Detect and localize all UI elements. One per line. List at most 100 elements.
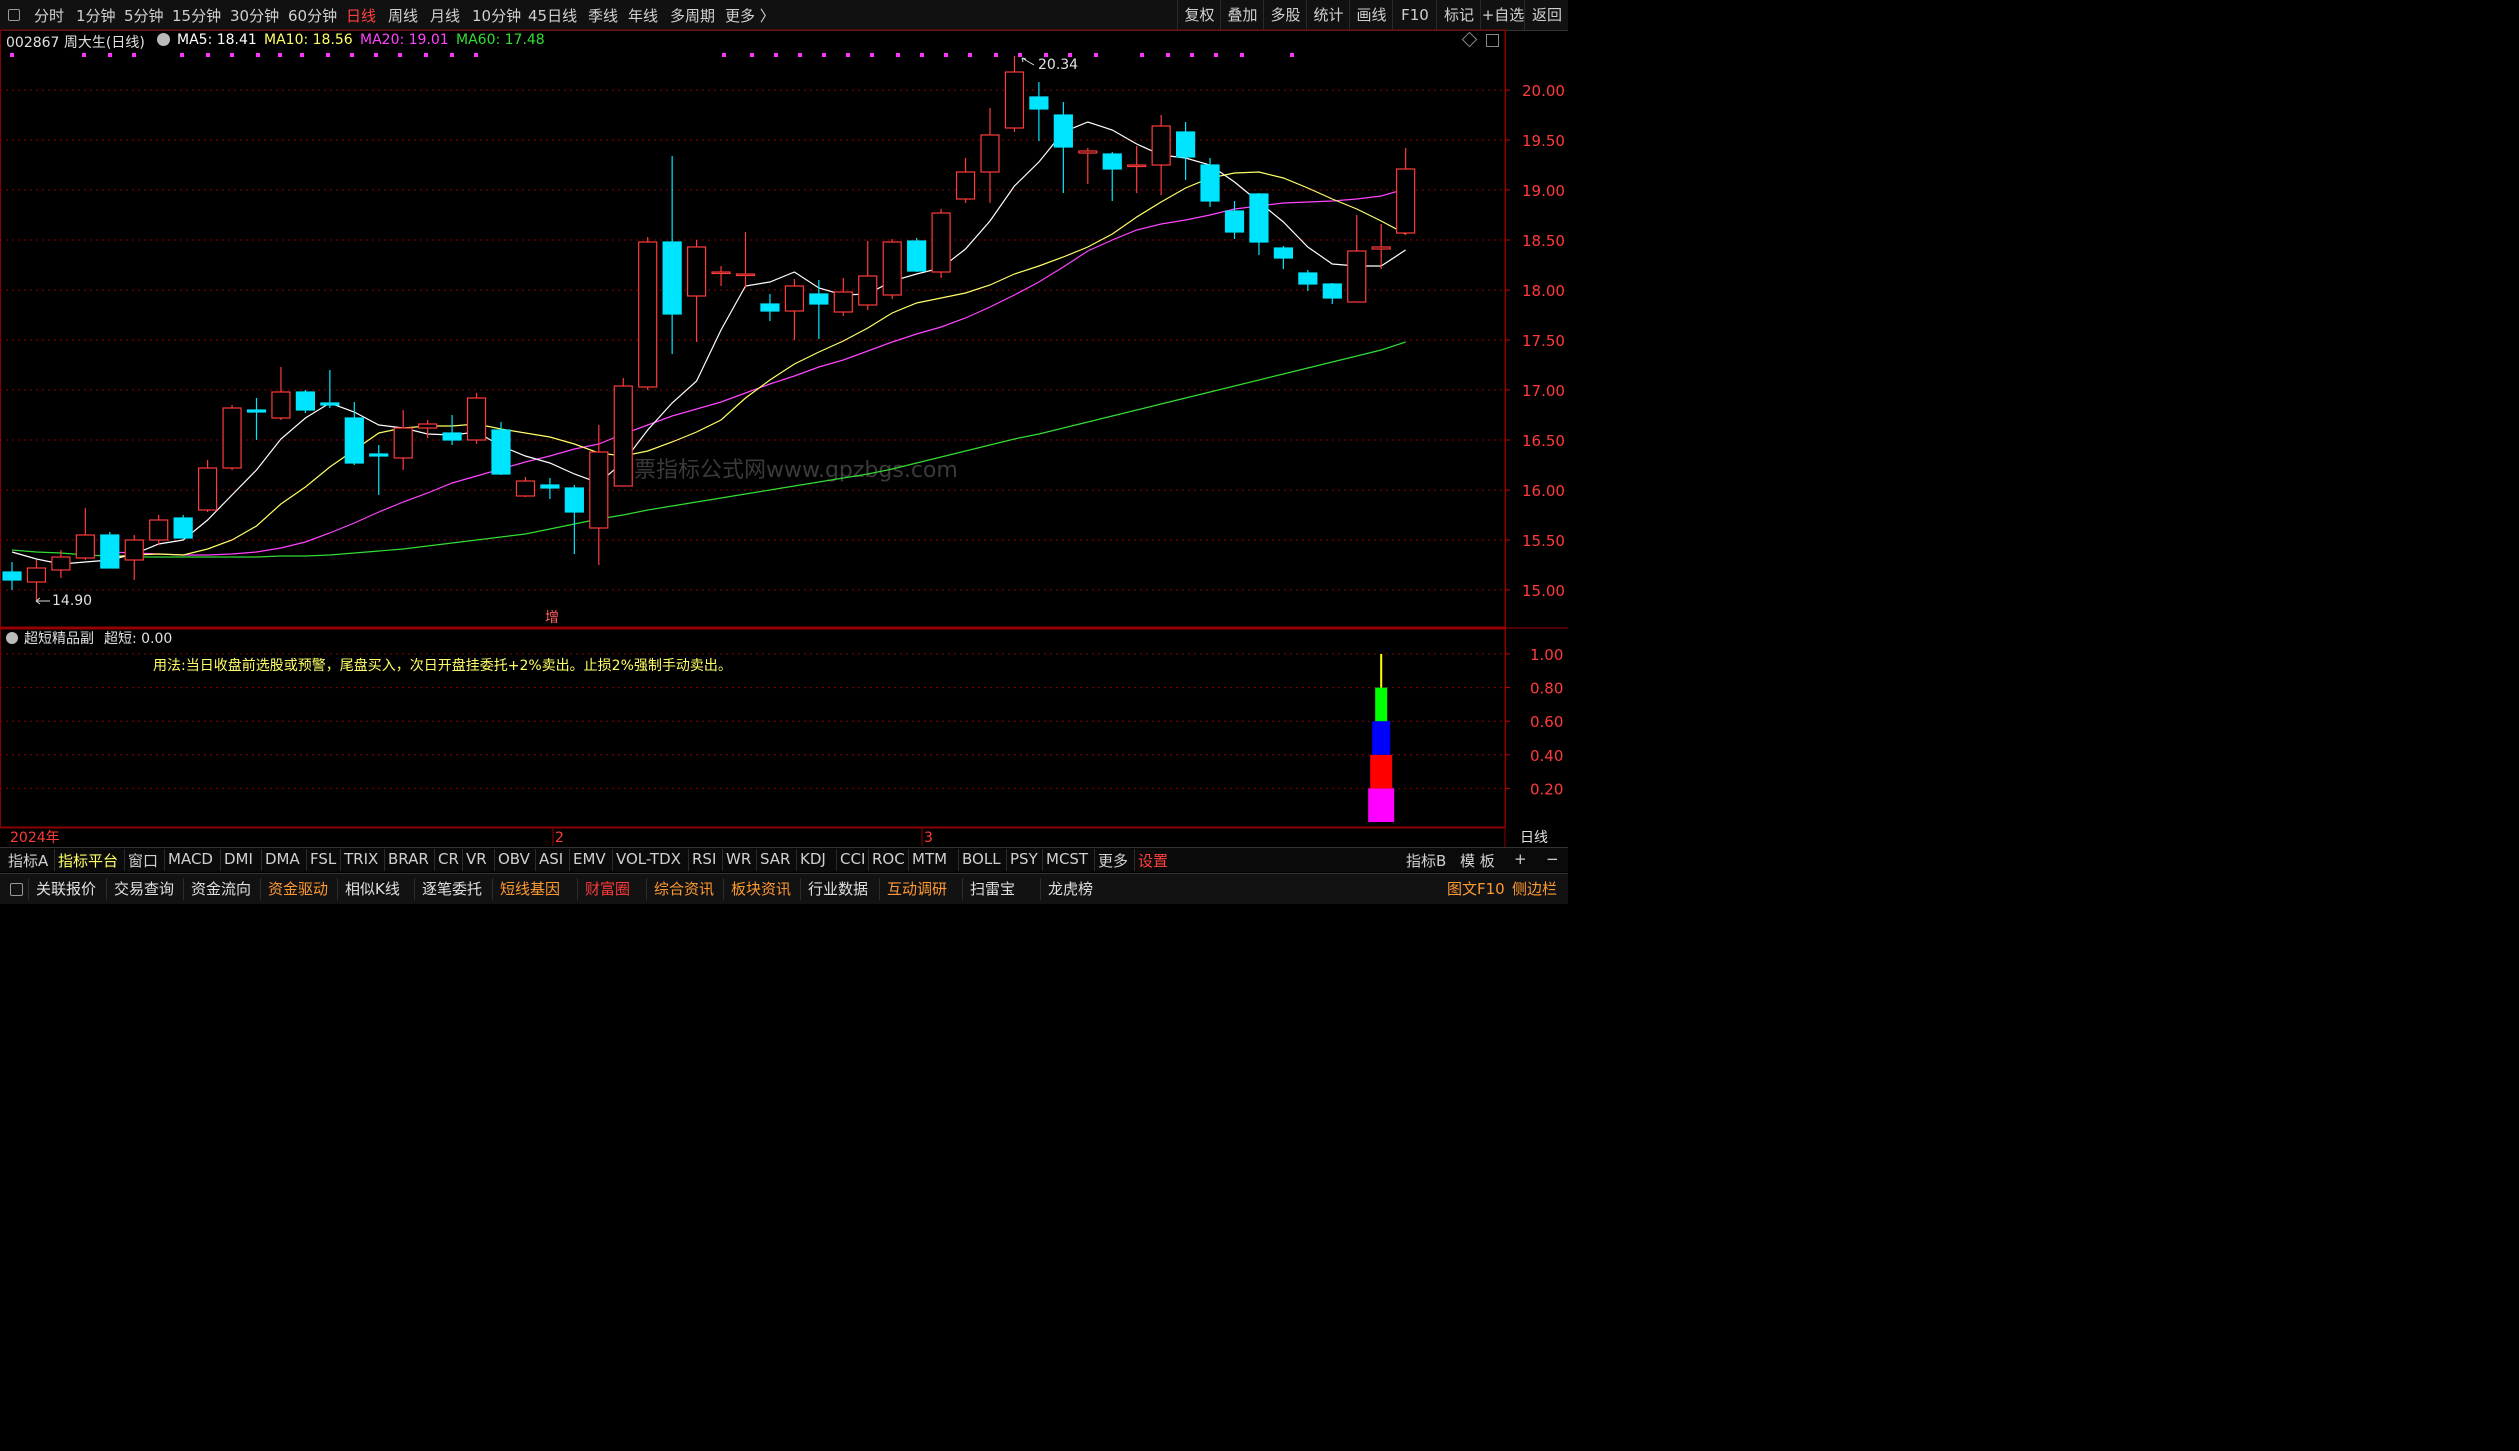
candle-body[interactable] <box>1273 247 1294 259</box>
indicator-tab-1[interactable]: 指标平台 <box>58 850 118 871</box>
candle-body[interactable] <box>1102 153 1122 170</box>
function-button-right-0[interactable]: 图文F10 <box>1447 878 1505 899</box>
candle-body[interactable] <box>1127 164 1147 168</box>
function-button-2[interactable]: 资金流向 <box>191 878 251 899</box>
function-button-0[interactable]: 关联报价 <box>36 878 96 899</box>
candle-body[interactable] <box>784 285 805 312</box>
candle-body[interactable] <box>907 240 927 272</box>
indicator-tab-22[interactable]: BOLL <box>962 850 1001 868</box>
function-button-9[interactable]: 板块资讯 <box>731 878 791 899</box>
indicator-tab-3[interactable]: MACD <box>168 850 213 868</box>
indicator-tab-9[interactable]: CR <box>438 850 459 868</box>
candle-body[interactable] <box>662 241 682 315</box>
candle-body[interactable] <box>124 539 144 561</box>
candle-body[interactable] <box>564 487 584 513</box>
indicator-tab-20[interactable]: ROC <box>872 850 905 868</box>
candle-body[interactable] <box>100 534 120 569</box>
indicator-tab-12[interactable]: ASI <box>539 850 563 868</box>
candle-body[interactable] <box>1078 150 1098 154</box>
candle-body[interactable] <box>173 517 193 539</box>
candle-body[interactable] <box>711 271 731 275</box>
indicator-tab-10[interactable]: VR <box>466 850 487 868</box>
indicator-tab-26[interactable]: 设置 <box>1138 850 1168 871</box>
candle-body[interactable] <box>1175 131 1196 158</box>
function-button-8[interactable]: 综合资讯 <box>654 878 714 899</box>
function-button-5[interactable]: 逐笔委托 <box>422 878 482 899</box>
indicator-tab-2[interactable]: 窗口 <box>128 850 158 871</box>
indicator-tab-23[interactable]: PSY <box>1010 850 1038 868</box>
function-button-13[interactable]: 龙虎榜 <box>1048 878 1093 899</box>
candle-body[interactable] <box>246 409 267 413</box>
indicator-tab-16[interactable]: WR <box>726 850 751 868</box>
candle-body[interactable] <box>418 423 438 429</box>
candle-body[interactable] <box>540 484 560 489</box>
candle-body[interactable] <box>686 246 707 297</box>
function-button-3[interactable]: 资金驱动 <box>268 878 328 899</box>
candle-body[interactable] <box>833 291 853 313</box>
candle-body[interactable] <box>809 293 829 305</box>
function-button-1[interactable]: 交易查询 <box>114 878 174 899</box>
indicator-tab-right-2[interactable]: + <box>1514 850 1527 868</box>
indicator-tab-6[interactable]: FSL <box>310 850 336 868</box>
indicator-tab-5[interactable]: DMA <box>265 850 300 868</box>
indicator-tab-right-0[interactable]: 指标B <box>1406 850 1446 871</box>
candle-body[interactable] <box>735 273 756 277</box>
candle-body[interactable] <box>1322 283 1342 299</box>
indicator-tab-24[interactable]: MCST <box>1046 850 1088 868</box>
candle-body[interactable] <box>1371 246 1391 250</box>
indicator-tab-4[interactable]: DMI <box>224 850 253 868</box>
candle-body[interactable] <box>491 429 511 475</box>
candle-body[interactable] <box>26 567 47 583</box>
candle-body[interactable] <box>858 275 878 306</box>
candle-body[interactable] <box>344 417 364 464</box>
candle-body[interactable] <box>980 134 1000 173</box>
candle-body[interactable] <box>613 385 633 487</box>
candle-body[interactable] <box>320 402 340 406</box>
candle-body[interactable] <box>466 397 487 441</box>
candle-body[interactable] <box>1151 125 1171 166</box>
candle-body[interactable] <box>149 519 169 541</box>
candle-body[interactable] <box>2 571 22 581</box>
indicator-tab-21[interactable]: MTM <box>912 850 947 868</box>
candle-body[interactable] <box>955 171 976 200</box>
indicator-tab-14[interactable]: VOL-TDX <box>616 850 681 868</box>
candle-body[interactable] <box>931 212 951 273</box>
indicator-tab-15[interactable]: RSI <box>692 850 716 868</box>
candle-body[interactable] <box>1298 272 1318 285</box>
function-button-11[interactable]: 互动调研 <box>887 878 947 899</box>
candle-body[interactable] <box>589 451 609 529</box>
candle-body[interactable] <box>882 241 902 296</box>
indicator-tab-18[interactable]: KDJ <box>800 850 826 868</box>
candle-body[interactable] <box>1029 96 1049 110</box>
indicator-tab-0[interactable]: 指标A <box>8 850 48 871</box>
window-menu-icon[interactable] <box>10 883 23 896</box>
dropdown-circle-icon[interactable] <box>6 632 18 644</box>
candle-body[interactable] <box>75 534 95 559</box>
candle-body[interactable] <box>638 241 658 388</box>
indicator-tab-right-1[interactable]: 模 板 <box>1460 850 1495 871</box>
candle-body[interactable] <box>1396 168 1416 234</box>
candle-body[interactable] <box>198 467 218 511</box>
candle-body[interactable] <box>295 391 315 411</box>
function-button-7[interactable]: 财富圈 <box>585 878 630 899</box>
function-button-12[interactable]: 扫雷宝 <box>970 878 1015 899</box>
kline-chart[interactable]: 20.00 19.50 19.00 18.50 18.00 17.50 17.00 16.50… <box>0 0 1568 847</box>
candle-body[interactable] <box>1249 193 1269 243</box>
function-button-right-1[interactable]: 侧边栏 <box>1512 878 1557 899</box>
candle-body[interactable] <box>760 303 780 312</box>
candle-body[interactable] <box>1004 71 1025 129</box>
indicator-tab-8[interactable]: BRAR <box>388 850 429 868</box>
function-button-10[interactable]: 行业数据 <box>808 878 868 899</box>
indicator-tab-25[interactable]: 更多 <box>1098 850 1128 871</box>
indicator-tab-right-3[interactable]: − <box>1546 850 1559 868</box>
candle-body[interactable] <box>1347 250 1367 303</box>
indicator-tab-13[interactable]: EMV <box>573 850 606 868</box>
indicator-tab-19[interactable]: CCI <box>840 850 865 868</box>
function-button-6[interactable]: 短线基因 <box>500 878 560 899</box>
indicator-tab-17[interactable]: SAR <box>760 850 790 868</box>
candle-body[interactable] <box>369 453 389 457</box>
candle-body[interactable] <box>222 407 242 469</box>
candle-body[interactable] <box>1200 164 1220 202</box>
candle-body[interactable] <box>442 432 462 441</box>
candle-body[interactable] <box>515 480 536 497</box>
